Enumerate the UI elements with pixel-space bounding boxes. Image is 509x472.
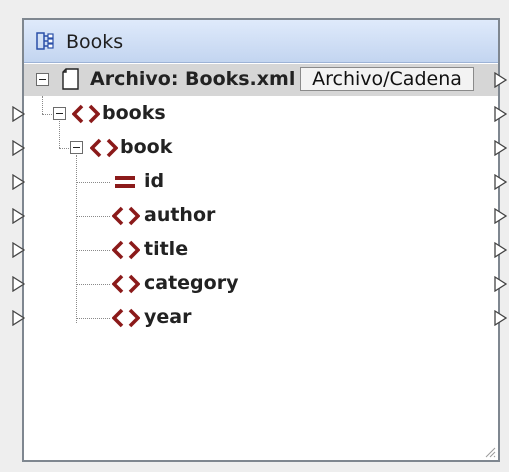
tree-node-category[interactable]: category [24, 268, 498, 300]
tree-node-label: year [144, 306, 192, 328]
file-label: Archivo: Books.xml [90, 68, 296, 90]
element-icon [72, 104, 100, 124]
tree-node-author[interactable]: author [24, 200, 498, 232]
tree-node-title[interactable]: title [24, 234, 498, 266]
tree-node-label: books [102, 102, 166, 124]
output-port-icon[interactable] [494, 276, 507, 292]
input-port-icon[interactable] [12, 140, 25, 156]
collapse-toggle[interactable] [36, 73, 49, 86]
component-icon [36, 32, 54, 50]
collapse-toggle[interactable] [70, 141, 83, 154]
tree-node-label: id [144, 170, 165, 192]
element-icon [90, 138, 118, 158]
output-port-icon[interactable] [494, 208, 507, 224]
output-port-icon[interactable] [494, 242, 507, 258]
input-port-icon[interactable] [12, 174, 25, 190]
collapse-toggle[interactable] [53, 107, 66, 120]
mapping-component[interactable]: Books Archivo: Books.xml Archivo/Cadena … [22, 18, 500, 462]
tree-node-book[interactable]: book [24, 132, 498, 164]
output-port-icon[interactable] [494, 72, 507, 88]
tree-node-label: author [144, 204, 216, 226]
tree-node-year[interactable]: year [24, 302, 498, 334]
input-port-icon[interactable] [12, 242, 25, 258]
element-icon [112, 308, 140, 328]
resize-grip-icon[interactable] [484, 446, 496, 458]
tree-node-label: book [120, 136, 173, 158]
element-icon [112, 274, 140, 294]
output-port-icon[interactable] [494, 106, 507, 122]
output-port-icon[interactable] [494, 174, 507, 190]
attribute-icon [115, 176, 135, 188]
output-port-icon[interactable] [494, 140, 507, 156]
file-string-button[interactable]: Archivo/Cadena [300, 67, 474, 91]
component-title: Books [66, 31, 124, 53]
file-row[interactable]: Archivo: Books.xml Archivo/Cadena [24, 64, 498, 96]
output-port-icon[interactable] [494, 310, 507, 326]
tree-node-label: category [144, 272, 239, 294]
tree-node-books[interactable]: books [24, 98, 498, 130]
tree-node-id[interactable]: id [24, 166, 498, 198]
input-port-icon[interactable] [12, 208, 25, 224]
document-icon [62, 68, 79, 90]
tree-node-label: title [144, 238, 189, 260]
component-titlebar[interactable]: Books [24, 20, 498, 63]
element-icon [112, 206, 140, 226]
input-port-icon[interactable] [12, 276, 25, 292]
element-icon [112, 240, 140, 260]
input-port-icon[interactable] [12, 106, 25, 122]
input-port-icon[interactable] [12, 310, 25, 326]
